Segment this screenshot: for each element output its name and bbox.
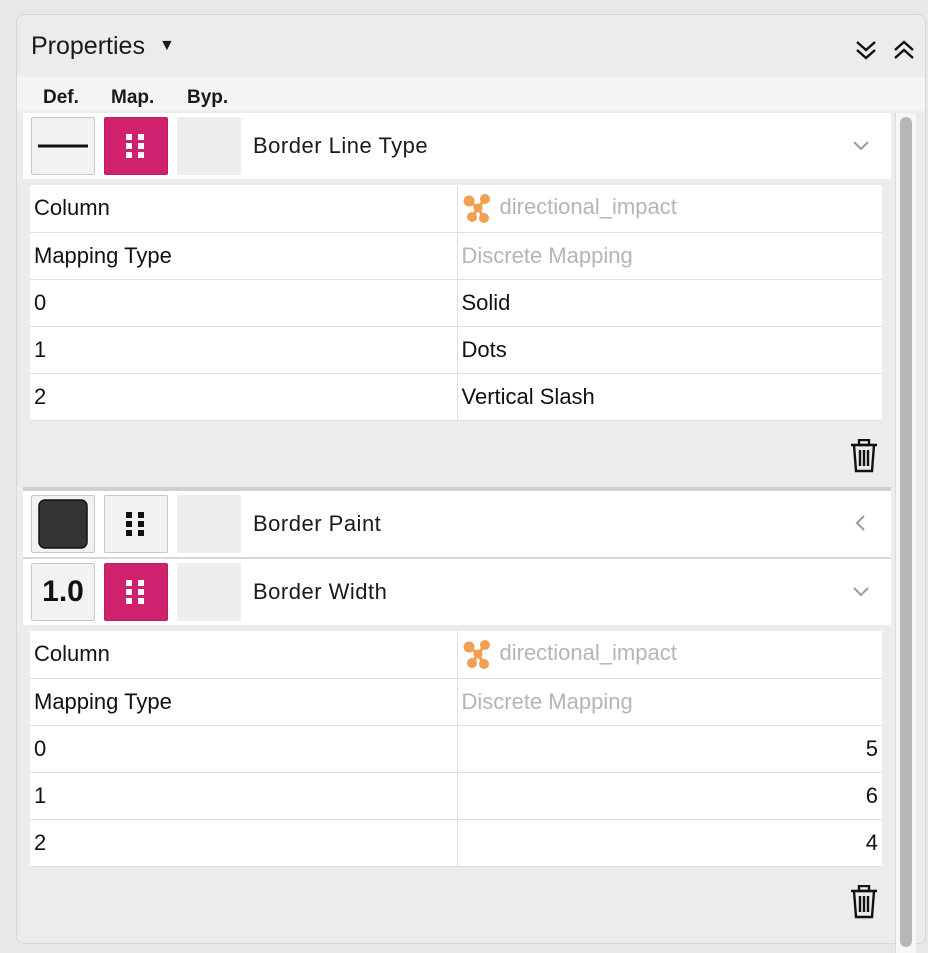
row-value[interactable]: 4 — [457, 819, 882, 867]
default-value: 1.0 — [42, 575, 84, 608]
bypass-button[interactable] — [177, 117, 241, 175]
trash-icon[interactable] — [849, 439, 879, 473]
table-row[interactable]: 0 Solid — [30, 279, 882, 327]
table-row[interactable]: 2 Vertical Slash — [30, 373, 882, 421]
table-row[interactable]: 0 5 — [30, 725, 882, 773]
row-value[interactable]: directional_impact — [457, 631, 882, 679]
row-key: 2 — [30, 373, 458, 421]
bypass-button[interactable] — [177, 495, 241, 553]
expand-all-icon[interactable] — [891, 37, 917, 63]
row-key: Mapping Type — [30, 678, 458, 726]
section-label: Border Paint — [253, 511, 382, 536]
properties-panel: Properties ▼ Def. Map. Byp. Border Line … — [16, 14, 926, 953]
table-row[interactable]: Column directional_impact — [30, 185, 882, 233]
mapping-button[interactable] — [104, 495, 168, 553]
row-value[interactable]: Discrete Mapping — [457, 678, 882, 726]
row-key: 1 — [30, 772, 458, 820]
row-value[interactable]: Discrete Mapping — [457, 232, 882, 280]
row-key: 1 — [30, 326, 458, 374]
def-column-header: Def. — [43, 87, 79, 108]
table-row[interactable]: Mapping Type Discrete Mapping — [30, 232, 882, 280]
panel-menu-caret-icon[interactable]: ▼ — [159, 37, 175, 55]
map-column-header: Map. — [111, 87, 155, 108]
bypass-button[interactable] — [177, 563, 241, 621]
column-headers: Def. Map. Byp. — [17, 77, 925, 111]
row-key: 2 — [30, 819, 458, 867]
row-value[interactable]: 5 — [457, 725, 882, 773]
row-value[interactable]: Solid — [457, 279, 882, 327]
row-key: 0 — [30, 725, 458, 773]
scrollbar-thumb[interactable] — [900, 117, 912, 947]
table-row[interactable]: Column directional_impact — [30, 631, 882, 679]
row-value[interactable]: Vertical Slash — [457, 373, 882, 421]
line-icon — [38, 144, 88, 148]
row-key: Column — [30, 631, 458, 679]
default-value-button[interactable] — [31, 495, 95, 553]
panel-title: Properties — [31, 31, 145, 60]
vertical-scrollbar[interactable] — [895, 113, 916, 953]
row-key: 0 — [30, 279, 458, 327]
mapping-dots-icon — [126, 134, 144, 158]
mapping-dots-icon — [126, 580, 144, 604]
section-border-width[interactable]: 1.0 Border Width — [23, 559, 891, 625]
column-name: directional_impact — [499, 194, 677, 220]
byp-column-header: Byp. — [187, 87, 229, 108]
default-value-button[interactable] — [31, 117, 95, 175]
section-border-line-type[interactable]: Border Line Type — [23, 113, 891, 179]
table-row[interactable]: Mapping Type Discrete Mapping — [30, 678, 882, 726]
chevron-down-icon[interactable] — [851, 581, 871, 601]
default-value-button[interactable]: 1.0 — [31, 563, 95, 621]
panel-header: Properties ▼ — [17, 15, 925, 77]
section-label: Border Width — [253, 579, 388, 604]
mapping-table: Column directional_impact Mapping Type D… — [30, 185, 882, 421]
section-border-paint[interactable]: Border Paint — [23, 491, 891, 557]
mapping-dots-icon — [126, 512, 144, 536]
table-row[interactable]: 2 4 — [30, 819, 882, 867]
section-label: Border Line Type — [253, 133, 429, 158]
column-name: directional_impact — [499, 640, 677, 666]
row-key: Column — [30, 185, 458, 233]
collapse-all-icon[interactable] — [853, 37, 879, 63]
network-column-icon — [463, 640, 490, 670]
color-swatch-icon — [38, 499, 88, 549]
mapping-button[interactable] — [104, 117, 168, 175]
row-value[interactable]: directional_impact — [457, 185, 882, 233]
mapping-table: Column directional_impact Mapping Type D… — [30, 631, 882, 867]
trash-icon[interactable] — [849, 885, 879, 919]
chevron-down-icon[interactable] — [851, 135, 871, 155]
table-row[interactable]: 1 6 — [30, 772, 882, 820]
table-row[interactable]: 1 Dots — [30, 326, 882, 374]
row-value[interactable]: Dots — [457, 326, 882, 374]
mapping-button[interactable] — [104, 563, 168, 621]
row-key: Mapping Type — [30, 232, 458, 280]
row-value[interactable]: 6 — [457, 772, 882, 820]
chevron-left-icon[interactable] — [851, 513, 871, 533]
network-column-icon — [463, 194, 490, 224]
